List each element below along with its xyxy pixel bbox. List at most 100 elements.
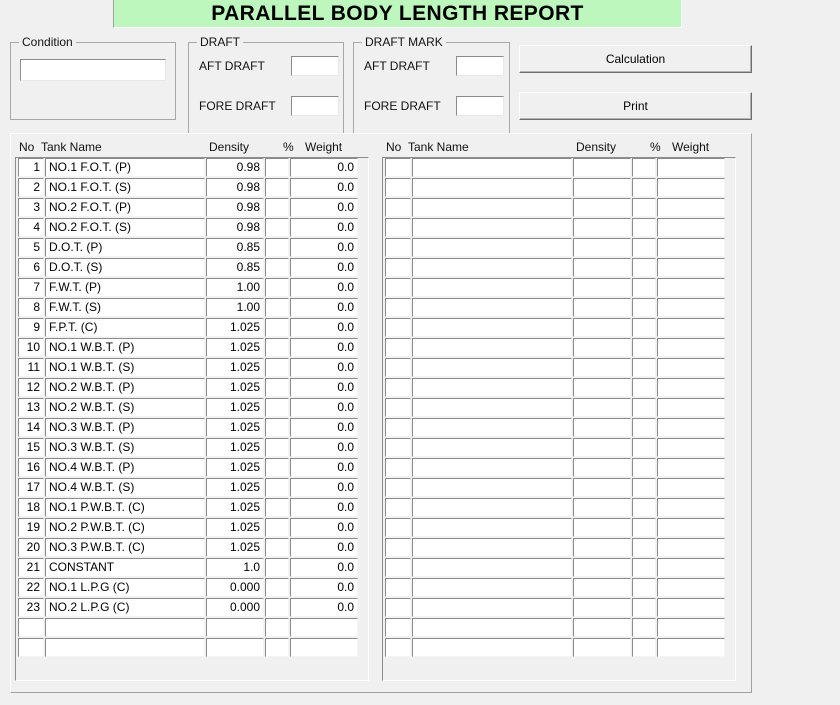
cell-density[interactable] [573, 538, 631, 557]
table-row[interactable]: 14 NO.3 W.B.T. (P) 1.025 0.0 [16, 418, 368, 438]
cell-density[interactable]: 1.025 [206, 458, 264, 477]
cell-no[interactable] [18, 638, 44, 657]
cell-pct[interactable] [632, 458, 656, 477]
cell-weight[interactable] [657, 338, 725, 357]
cell-pct[interactable] [632, 318, 656, 337]
cell-name[interactable] [45, 618, 205, 637]
cell-pct[interactable] [632, 418, 656, 437]
cell-name[interactable] [412, 578, 572, 597]
table-row[interactable] [16, 618, 368, 638]
cell-density[interactable]: 1.025 [206, 438, 264, 457]
cell-no[interactable]: 17 [18, 478, 44, 497]
cell-no[interactable]: 15 [18, 438, 44, 457]
cell-name[interactable] [412, 358, 572, 377]
cell-no[interactable]: 7 [18, 278, 44, 297]
cell-weight[interactable] [290, 638, 358, 657]
cell-density[interactable] [573, 558, 631, 577]
cell-no[interactable]: 4 [18, 218, 44, 237]
right-grid-body[interactable] [382, 157, 736, 681]
cell-density[interactable] [573, 298, 631, 317]
cell-pct[interactable] [632, 618, 656, 637]
table-row[interactable] [383, 158, 735, 178]
cell-no[interactable] [385, 338, 411, 357]
cell-no[interactable] [385, 378, 411, 397]
table-row[interactable]: 10 NO.1 W.B.T. (P) 1.025 0.0 [16, 338, 368, 358]
table-row[interactable]: 19 NO.2 P.W.B.T. (C) 1.025 0.0 [16, 518, 368, 538]
cell-density[interactable] [573, 258, 631, 277]
left-grid-body[interactable]: 1 NO.1 F.O.T. (P) 0.98 0.0 2 NO.1 F.O.T. (S) 0… [15, 157, 369, 681]
cell-no[interactable]: 9 [18, 318, 44, 337]
cell-no[interactable] [18, 618, 44, 637]
table-row[interactable] [383, 278, 735, 298]
cell-name[interactable] [412, 638, 572, 657]
cell-density[interactable]: 1.025 [206, 378, 264, 397]
cell-name[interactable] [412, 558, 572, 577]
cell-weight[interactable] [657, 478, 725, 497]
cell-no[interactable]: 12 [18, 378, 44, 397]
cell-density[interactable] [573, 638, 631, 657]
cell-weight[interactable] [657, 278, 725, 297]
table-row[interactable]: 20 NO.3 P.W.B.T. (C) 1.025 0.0 [16, 538, 368, 558]
cell-pct[interactable] [265, 498, 289, 517]
cell-weight[interactable] [657, 218, 725, 237]
cell-no[interactable]: 8 [18, 298, 44, 317]
cell-weight[interactable] [290, 618, 358, 637]
cell-pct[interactable] [632, 218, 656, 237]
cell-name[interactable]: NO.1 W.B.T. (P) [45, 338, 205, 357]
cell-name[interactable]: NO.3 P.W.B.T. (C) [45, 538, 205, 557]
cell-pct[interactable] [265, 558, 289, 577]
cell-no[interactable] [385, 278, 411, 297]
table-row[interactable]: 11 NO.1 W.B.T. (S) 1.025 0.0 [16, 358, 368, 378]
cell-pct[interactable] [265, 178, 289, 197]
cell-density[interactable] [206, 618, 264, 637]
table-row[interactable]: 12 NO.2 W.B.T. (P) 1.025 0.0 [16, 378, 368, 398]
cell-pct[interactable] [265, 318, 289, 337]
cell-no[interactable]: 6 [18, 258, 44, 277]
cell-density[interactable]: 1.025 [206, 498, 264, 517]
cell-density[interactable] [573, 618, 631, 637]
cell-no[interactable] [385, 458, 411, 477]
cell-weight[interactable] [657, 438, 725, 457]
table-row[interactable] [383, 318, 735, 338]
table-row[interactable] [383, 578, 735, 598]
table-row[interactable] [383, 538, 735, 558]
calculation-button[interactable]: Calculation [519, 45, 752, 73]
cell-no[interactable] [385, 538, 411, 557]
cell-no[interactable]: 10 [18, 338, 44, 357]
cell-pct[interactable] [632, 438, 656, 457]
table-row[interactable] [383, 358, 735, 378]
cell-pct[interactable] [265, 378, 289, 397]
cell-density[interactable] [573, 438, 631, 457]
cell-pct[interactable] [265, 578, 289, 597]
cell-density[interactable] [573, 458, 631, 477]
cell-no[interactable] [385, 498, 411, 517]
cell-weight[interactable]: 0.0 [290, 418, 358, 437]
cell-density[interactable]: 0.98 [206, 198, 264, 217]
table-row[interactable]: 22 NO.1 L.P.G (C) 0.000 0.0 [16, 578, 368, 598]
cell-pct[interactable] [632, 278, 656, 297]
cell-density[interactable]: 1.00 [206, 298, 264, 317]
cell-pct[interactable] [265, 298, 289, 317]
table-row[interactable]: 13 NO.2 W.B.T. (S) 1.025 0.0 [16, 398, 368, 418]
table-row[interactable]: 4 NO.2 F.O.T. (S) 0.98 0.0 [16, 218, 368, 238]
print-button[interactable]: Print [519, 92, 752, 120]
cell-pct[interactable] [632, 558, 656, 577]
cell-pct[interactable] [265, 638, 289, 657]
cell-no[interactable] [385, 358, 411, 377]
table-row[interactable] [383, 598, 735, 618]
cell-density[interactable]: 0.000 [206, 598, 264, 617]
cell-weight[interactable] [657, 398, 725, 417]
table-row[interactable] [16, 638, 368, 658]
cell-weight[interactable] [657, 198, 725, 217]
cell-density[interactable] [573, 578, 631, 597]
cell-no[interactable] [385, 578, 411, 597]
cell-density[interactable] [206, 638, 264, 657]
cell-no[interactable]: 21 [18, 558, 44, 577]
cell-density[interactable] [573, 158, 631, 177]
cell-density[interactable] [573, 198, 631, 217]
cell-density[interactable] [573, 218, 631, 237]
cell-name[interactable]: NO.2 W.B.T. (P) [45, 378, 205, 397]
cell-density[interactable] [573, 278, 631, 297]
cell-weight[interactable]: 0.0 [290, 278, 358, 297]
cell-name[interactable]: NO.4 W.B.T. (S) [45, 478, 205, 497]
